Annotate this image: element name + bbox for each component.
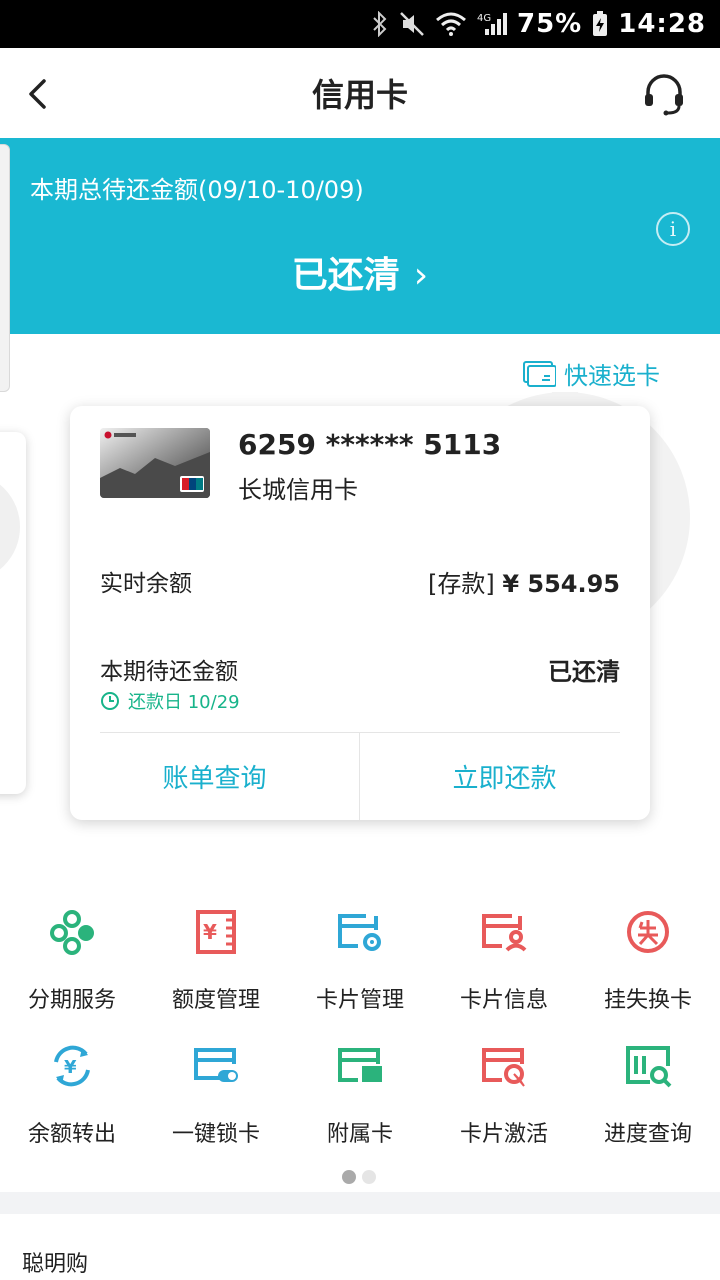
service-label: 卡片信息 [459,988,548,1013]
signal-icon: 4G [477,11,507,37]
card-activate-icon [482,1048,525,1087]
repayment-summary-banner[interactable]: 本期总待还金额(09/10-10/09) 已还清 › i [0,138,720,334]
service-card-info[interactable]: 卡片信息 [432,896,576,1016]
page-title: 信用卡 [311,76,408,114]
previous-card-peek[interactable] [0,432,26,794]
balance-tag: [存款] [427,570,495,598]
due-date-label: 还款日 10/29 [128,692,240,713]
service-label: 分期服务 [27,988,116,1013]
nav-bar: 信用卡 [0,48,720,138]
section-separator [0,1192,720,1214]
chevron-left-icon [29,79,46,109]
section-title: 聪明购 [22,1252,89,1277]
repayment-status[interactable]: 已还清 › [0,246,720,298]
service-card-management[interactable]: 卡片管理 [288,896,432,1016]
back-button[interactable] [18,74,58,114]
due-amount-label: 本期待还金额 [100,659,238,685]
service-label: 一键锁卡 [171,1122,260,1147]
service-label: 余额转出 [27,1122,116,1147]
page-dot-active[interactable] [342,1170,356,1184]
card-settings-icon [338,914,381,951]
status-bar: 4G 75% 14:28 [0,0,720,48]
due-amount-value: 已还清 [548,658,620,686]
lock-card-icon [194,1048,238,1082]
page-dot[interactable] [362,1170,376,1184]
card-switch-icon [523,360,556,387]
balance-label: 实时余额 [100,571,192,597]
clock: 14:28 [618,9,706,39]
quick-select-label: 快速选卡 [564,362,660,390]
headset-icon [645,74,683,116]
service-report-loss[interactable]: 挂失换卡 [576,896,720,1016]
service-label: 挂失换卡 [603,988,692,1013]
wifi-icon [435,11,467,37]
card-image [100,428,210,498]
page-indicator [342,1170,376,1184]
credit-card-panel: 6259 ****** 5113 长城信用卡 实时余额 [存款] ¥ 554.9… [70,406,650,820]
drawer-handle[interactable] [0,144,10,392]
service-balance-transfer[interactable]: ¥ 余额转出 [0,1030,144,1150]
card-number: 6259 ****** 5113 [238,428,502,461]
battery-percent: 75% [517,9,583,39]
card-name: 长城信用卡 [238,476,358,504]
service-card-activation[interactable]: 卡片激活 [432,1030,576,1150]
service-label: 卡片激活 [459,1122,548,1147]
chevron-right-icon: › [413,255,429,296]
service-label: 附属卡 [326,1122,393,1147]
balance-amount: ¥ 554.95 [502,570,620,598]
service-label: 进度查询 [603,1122,692,1147]
report-loss-icon [627,911,669,953]
bluetooth-icon [371,11,389,37]
service-label: 卡片管理 [315,988,404,1013]
card-info-icon [482,914,527,952]
supplementary-card-icon [338,1048,382,1082]
network-type-label: 4G [477,13,491,24]
mute-icon [399,11,425,37]
clock-icon [101,692,119,710]
info-icon[interactable]: i [656,212,690,246]
banner-subtitle: 本期总待还金额(09/10-10/09) [30,176,364,204]
installment-icon [50,910,94,955]
balance-transfer-icon: ¥ [54,1045,90,1087]
quick-select-card-button[interactable]: 快速选卡 [522,356,660,391]
svg-text:¥: ¥ [203,920,217,944]
bill-inquiry-button[interactable]: 账单查询 [70,733,359,820]
battery-charging-icon [592,11,608,37]
due-date: 还款日 10/29 [100,688,240,714]
service-installment[interactable]: 分期服务 [0,896,144,1016]
service-progress-inquiry[interactable]: 进度查询 [576,1030,720,1150]
customer-service-button[interactable] [642,72,686,116]
service-lock-card[interactable]: 一键锁卡 [144,1030,288,1150]
service-label: 额度管理 [171,988,260,1013]
svg-text:¥: ¥ [64,1057,77,1078]
repay-now-button[interactable]: 立即还款 [360,733,649,820]
progress-search-icon [626,1046,672,1088]
service-supplementary-card[interactable]: 附属卡 [288,1030,432,1150]
service-credit-limit[interactable]: ¥ 额度管理 [144,896,288,1016]
balance-value: [存款] ¥ 554.95 [428,564,620,599]
credit-limit-icon: ¥ [196,910,236,954]
repayment-status-label: 已还清 [291,255,400,296]
